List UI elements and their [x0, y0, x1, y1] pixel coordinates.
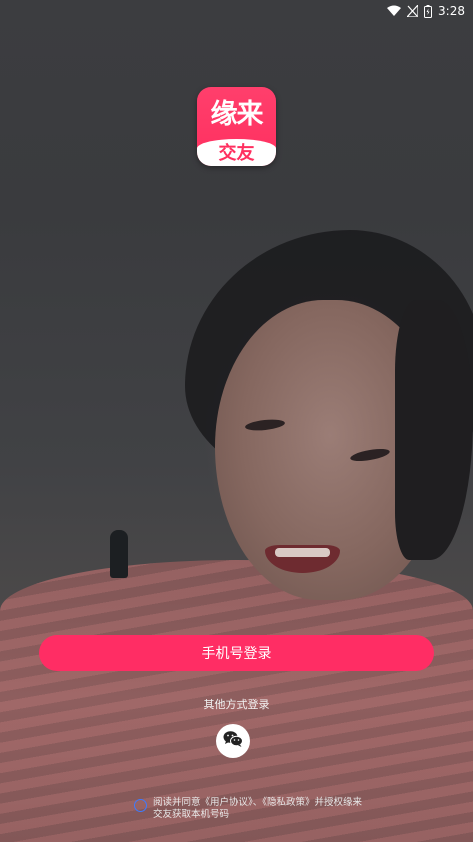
- phone-login-button[interactable]: 手机号登录: [39, 635, 434, 671]
- logo-subtitle: 交友: [197, 139, 276, 166]
- agreement-row: 阅读并同意《用户协议》、《隐私政策》并授权缘来交友获取本机号码: [134, 797, 364, 821]
- status-time: 3:28: [438, 4, 465, 18]
- background-hair-side: [395, 300, 473, 560]
- wifi-icon: [387, 5, 402, 17]
- wechat-icon: [223, 730, 243, 752]
- status-bar: 3:28: [0, 0, 473, 22]
- agreement-checkbox[interactable]: [134, 799, 147, 812]
- background-teeth: [275, 548, 330, 557]
- other-login-methods-label: 其他方式登录: [203, 698, 270, 711]
- app-logo: 缘来 交友: [197, 87, 276, 166]
- logo-title: 缘来: [210, 99, 264, 130]
- signal-icon: [407, 5, 419, 17]
- agreement-text[interactable]: 阅读并同意《用户协议》、《隐私政策》并授权缘来交友获取本机号码: [153, 797, 364, 821]
- background-person: [110, 530, 128, 578]
- wechat-login-button[interactable]: [216, 724, 250, 758]
- battery-icon: [424, 4, 433, 18]
